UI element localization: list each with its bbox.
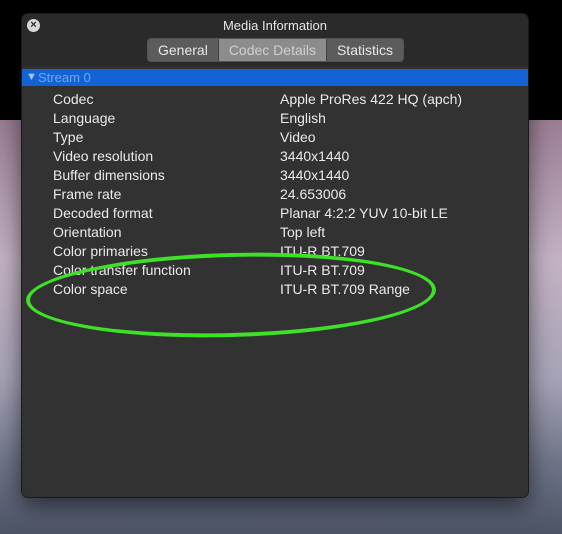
window-title: Media Information <box>222 18 328 33</box>
property-value: Planar 4:2:2 YUV 10-bit LE <box>280 205 448 221</box>
property-row: Color primaries ITU-R BT.709 <box>22 242 528 261</box>
property-row: Type Video <box>22 128 528 147</box>
property-key: Video resolution <box>53 148 154 164</box>
title-bar: × Media Information <box>22 14 528 37</box>
media-information-window: × Media Information General Codec Detail… <box>22 14 528 497</box>
property-key: Color primaries <box>53 243 148 259</box>
property-value: 3440x1440 <box>280 148 350 164</box>
tab-bar: General Codec Details Statistics <box>22 37 528 67</box>
property-key: Orientation <box>53 224 122 240</box>
tab-statistics[interactable]: Statistics <box>326 39 403 61</box>
property-value: ITU-R BT.709 <box>280 243 365 259</box>
property-key: Codec <box>53 91 94 107</box>
property-key: Type <box>53 129 84 145</box>
stream-row[interactable]: ▼ Stream 0 <box>22 69 528 86</box>
details-list: ▼ Stream 0 Codec Apple ProRes 422 HQ (ap… <box>22 67 528 497</box>
property-value: ITU-R BT.709 Range <box>280 281 410 297</box>
property-value: Apple ProRes 422 HQ (apch) <box>280 91 463 107</box>
property-value: English <box>280 110 326 126</box>
property-value: 3440x1440 <box>280 167 350 183</box>
property-key: Color space <box>53 281 128 297</box>
property-row: Orientation Top left <box>22 223 528 242</box>
close-icon[interactable]: × <box>27 19 40 32</box>
segmented-control: General Codec Details Statistics <box>147 38 404 62</box>
property-row: Buffer dimensions 3440x1440 <box>22 166 528 185</box>
property-row: Language English <box>22 109 528 128</box>
property-row: Color transfer function ITU-R BT.709 <box>22 261 528 280</box>
property-key: Buffer dimensions <box>53 167 165 183</box>
tab-general[interactable]: General <box>148 39 219 61</box>
property-key: Color transfer function <box>53 262 191 278</box>
property-value: ITU-R BT.709 <box>280 262 365 278</box>
property-row: Codec Apple ProRes 422 HQ (apch) <box>22 90 528 109</box>
property-value: Video <box>280 129 316 145</box>
property-value: 24.653006 <box>280 186 347 202</box>
tab-codec-details[interactable]: Codec Details <box>218 39 327 61</box>
property-key: Language <box>53 110 116 126</box>
property-row: Color space ITU-R BT.709 Range <box>22 280 528 299</box>
disclosure-triangle-icon[interactable]: ▼ <box>26 69 37 86</box>
property-row: Video resolution 3440x1440 <box>22 147 528 166</box>
property-key: Decoded format <box>53 205 153 221</box>
property-key: Frame rate <box>53 186 122 202</box>
property-row: Frame rate 24.653006 <box>22 185 528 204</box>
property-value: Top left <box>280 224 326 240</box>
property-row: Decoded format Planar 4:2:2 YUV 10-bit L… <box>22 204 528 223</box>
stream-label: Stream 0 <box>38 70 91 85</box>
